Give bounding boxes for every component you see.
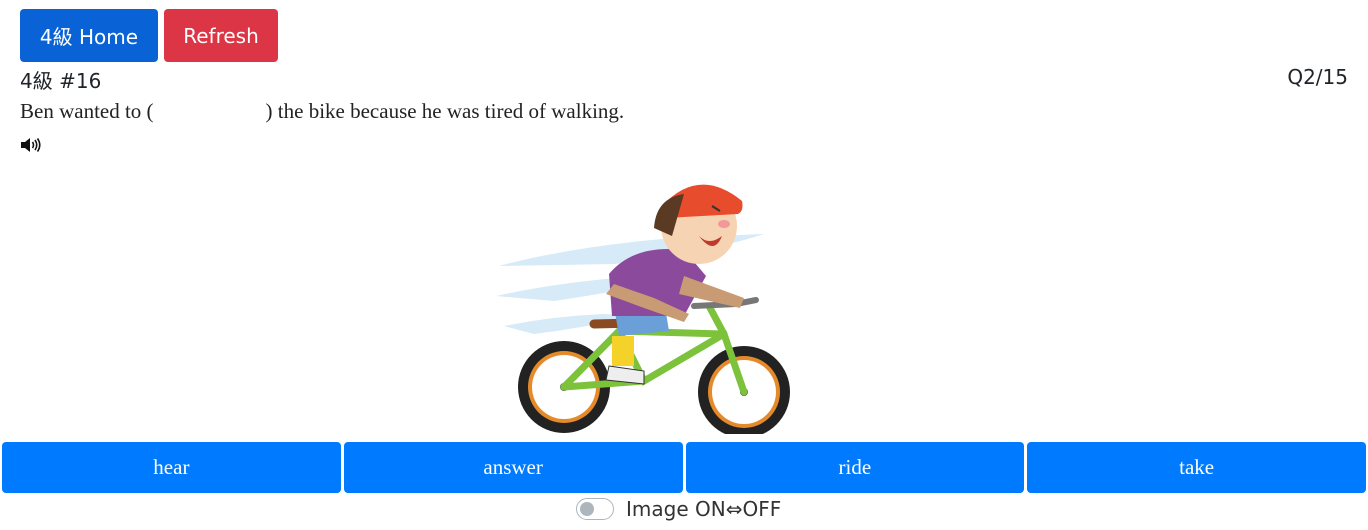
choice-hear[interactable]: hear <box>2 442 341 493</box>
choice-ride[interactable]: ride <box>685 442 1025 493</box>
image-toggle-label: Image ON⇔OFF <box>626 497 782 521</box>
question-text: Ben wanted to ( ) the bike because he was… <box>20 99 624 124</box>
question-after: ) the bike because he was tired of walki… <box>265 99 625 123</box>
image-toggle-row: Image ON⇔OFF <box>576 497 781 521</box>
boy-riding-bike-illustration <box>496 184 790 434</box>
refresh-button[interactable]: Refresh <box>164 9 278 62</box>
image-toggle-switch[interactable] <box>576 498 614 520</box>
question-progress: Q2/15 <box>1287 65 1348 89</box>
choice-answer[interactable]: answer <box>343 442 683 493</box>
answer-choices: hear answer ride take <box>2 442 1366 493</box>
toggle-knob <box>580 502 594 516</box>
speaker-icon[interactable] <box>20 137 42 153</box>
home-button[interactable]: 4級 Home <box>20 9 158 62</box>
top-toolbar: 4級 Home Refresh <box>20 9 278 62</box>
set-label: 4級 #16 <box>20 69 102 93</box>
choice-take[interactable]: take <box>1027 442 1366 493</box>
question-before: Ben wanted to ( <box>20 99 154 123</box>
